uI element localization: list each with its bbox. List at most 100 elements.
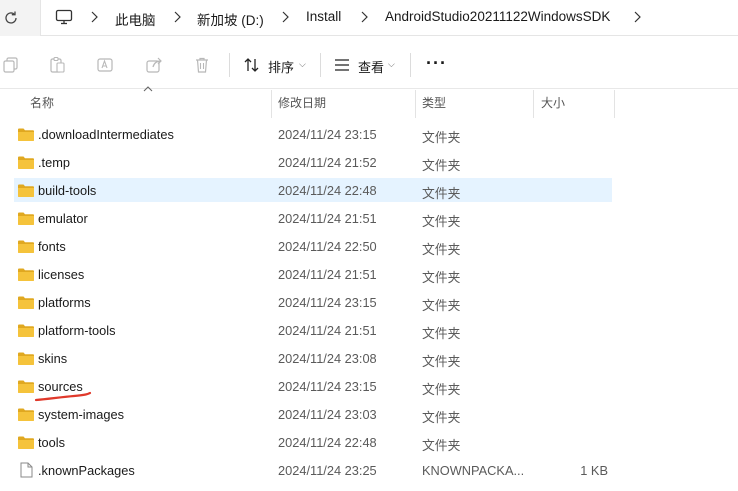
file-type: 文件夹	[422, 186, 461, 201]
chevron-right-icon[interactable]	[632, 10, 642, 24]
file-row[interactable]: sources 2024/11/24 23:15 文件夹	[14, 374, 612, 398]
breadcrumb-this-pc[interactable]: 此电脑	[115, 9, 156, 29]
refresh-icon[interactable]	[2, 9, 20, 27]
file-type: 文件夹	[422, 382, 461, 397]
file-date: 2024/11/24 21:51	[278, 211, 377, 226]
rename-icon[interactable]	[96, 56, 114, 74]
folder-icon	[18, 352, 34, 365]
column-header-name[interactable]: 名称	[30, 94, 54, 116]
file-row[interactable]: build-tools 2024/11/24 22:48 文件夹	[14, 178, 612, 202]
view-button[interactable]: 查看 ⌵	[333, 54, 403, 76]
sort-button[interactable]: 排序 ⌵	[243, 54, 313, 76]
file-date: 2024/11/24 21:51	[278, 267, 377, 282]
toolbar-divider	[410, 53, 411, 77]
file-row[interactable]: .knownPackages 2024/11/24 23:25 KNOWNPACKA…	[14, 458, 612, 482]
file-name: system-images	[38, 407, 125, 422]
chevron-down-icon: ⌵	[299, 59, 306, 69]
folder-icon	[18, 240, 34, 253]
file-name: tools	[38, 435, 66, 450]
this-pc-icon[interactable]	[55, 9, 73, 25]
column-header-size[interactable]: 大小	[541, 94, 565, 116]
chevron-right-icon[interactable]	[89, 10, 99, 24]
folder-icon	[18, 268, 34, 281]
file-date: 2024/11/24 22:50	[278, 239, 377, 254]
address-bar-row: 此电脑 新加坡 (D:) Install AndroidStudio202111…	[0, 0, 738, 36]
breadcrumb-install[interactable]: Install	[306, 9, 341, 24]
column-separator[interactable]	[614, 90, 615, 118]
file-date: 2024/11/24 23:03	[278, 407, 377, 422]
file-name: platform-tools	[38, 323, 116, 338]
file-row[interactable]: system-images 2024/11/24 23:03 文件夹	[14, 402, 612, 426]
annotation-underline	[34, 391, 92, 402]
file-name: platforms	[38, 295, 91, 310]
folder-icon	[18, 212, 34, 225]
file-row[interactable]: emulator 2024/11/24 21:51 文件夹	[14, 206, 612, 230]
file-row[interactable]: skins 2024/11/24 23:08 文件夹	[14, 346, 612, 370]
address-bar[interactable]: 此电脑 新加坡 (D:) Install AndroidStudio202111…	[40, 0, 738, 36]
delete-icon[interactable]	[193, 56, 211, 74]
copy-icon[interactable]	[2, 56, 20, 74]
file-type: 文件夹	[422, 354, 461, 369]
view-label: 查看	[358, 60, 385, 75]
file-row[interactable]: platforms 2024/11/24 23:15 文件夹	[14, 290, 612, 314]
file-type: 文件夹	[422, 158, 461, 173]
chevron-right-icon[interactable]	[280, 10, 290, 24]
column-header-date[interactable]: 修改日期	[278, 94, 326, 116]
file-type: 文件夹	[422, 130, 461, 145]
file-row[interactable]: .downloadIntermediates 2024/11/24 23:15 文件…	[14, 122, 612, 146]
file-type: 文件夹	[422, 438, 461, 453]
file-name: .downloadIntermediates	[38, 127, 174, 142]
paste-icon[interactable]	[48, 56, 66, 74]
file-date: 2024/11/24 23:25	[278, 463, 377, 478]
file-type: 文件夹	[422, 214, 461, 229]
column-header-type[interactable]: 类型	[422, 94, 446, 116]
file-type: 文件夹	[422, 270, 461, 285]
folder-icon	[18, 324, 34, 337]
file-date: 2024/11/24 23:08	[278, 351, 377, 366]
breadcrumb-current-folder[interactable]: AndroidStudio20211122WindowsSDK	[385, 9, 610, 24]
chevron-right-icon[interactable]	[359, 10, 369, 24]
more-options-button[interactable]: ···	[426, 53, 447, 74]
file-date: 2024/11/24 22:48	[278, 435, 377, 450]
file-name: .knownPackages	[38, 463, 135, 478]
file-date: 2024/11/24 22:48	[278, 183, 377, 198]
file-type: KNOWNPACKA...	[422, 463, 525, 478]
file-row[interactable]: .temp 2024/11/24 21:52 文件夹	[14, 150, 612, 174]
file-date: 2024/11/24 21:52	[278, 155, 377, 170]
file-date: 2024/11/24 23:15	[278, 379, 377, 394]
toolbar-divider	[229, 53, 230, 77]
file-icon	[20, 462, 33, 478]
file-row[interactable]: tools 2024/11/24 22:48 文件夹	[14, 430, 612, 454]
share-icon[interactable]	[145, 56, 163, 74]
folder-icon	[18, 184, 34, 197]
column-separator[interactable]	[271, 90, 272, 118]
folder-icon	[18, 380, 34, 393]
sort-label: 排序	[268, 60, 295, 75]
file-date: 2024/11/24 23:15	[278, 295, 377, 310]
sort-icon	[244, 58, 259, 72]
view-list-icon	[335, 59, 349, 71]
file-row[interactable]: fonts 2024/11/24 22:50 文件夹	[14, 234, 612, 258]
file-type: 文件夹	[422, 410, 461, 425]
toolbar-divider	[320, 53, 321, 77]
folder-icon	[18, 436, 34, 449]
file-name: build-tools	[38, 183, 97, 198]
file-type: 文件夹	[422, 326, 461, 341]
file-date: 2024/11/24 21:51	[278, 323, 377, 338]
chevron-right-icon[interactable]	[172, 10, 182, 24]
sort-ascending-icon	[143, 86, 153, 92]
file-name: skins	[38, 351, 68, 366]
breadcrumb-drive-d[interactable]: 新加坡 (D:)	[197, 9, 264, 29]
file-row[interactable]: licenses 2024/11/24 21:51 文件夹	[14, 262, 612, 286]
file-name: licenses	[38, 267, 85, 282]
folder-icon	[18, 128, 34, 141]
file-size: 1 KB	[580, 463, 608, 478]
file-name: emulator	[38, 211, 88, 226]
column-separator[interactable]	[415, 90, 416, 118]
file-type: 文件夹	[422, 242, 461, 257]
folder-icon	[18, 156, 34, 169]
file-date: 2024/11/24 23:15	[278, 127, 377, 142]
file-type: 文件夹	[422, 298, 461, 313]
file-row[interactable]: platform-tools 2024/11/24 21:51 文件夹	[14, 318, 612, 342]
column-separator[interactable]	[533, 90, 534, 118]
